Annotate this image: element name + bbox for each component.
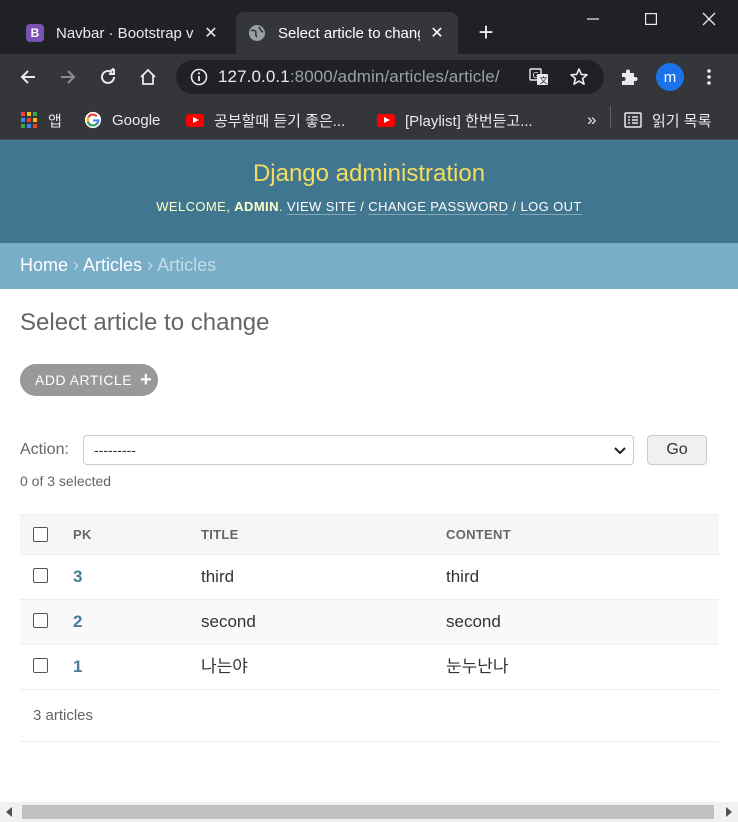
bookmark-label: 공부할때 듣기 좋은...	[214, 112, 346, 130]
bookmark-star-icon[interactable]	[568, 66, 590, 88]
close-tab-icon[interactable]: ✕	[428, 23, 446, 43]
svg-text:G: G	[533, 71, 539, 80]
row-title: third	[201, 567, 235, 586]
row-content: 눈누난나	[446, 657, 509, 676]
username: admin	[234, 199, 279, 214]
go-button[interactable]: Go	[647, 435, 707, 465]
row-content: third	[446, 567, 480, 586]
scroll-left-arrow-icon[interactable]	[6, 807, 12, 817]
page-title: Select article to change	[20, 309, 270, 336]
bookmark-label: [Playlist] 한번듣고...	[405, 112, 533, 130]
column-header-pk[interactable]: PK	[73, 515, 92, 555]
browser-menu-icon[interactable]	[694, 62, 724, 92]
scroll-right-arrow-icon[interactable]	[726, 807, 732, 817]
globe-icon	[248, 24, 266, 42]
breadcrumb-app[interactable]: Articles	[83, 255, 142, 275]
add-article-button[interactable]: Add article +	[20, 364, 158, 396]
reading-list-icon	[624, 111, 642, 129]
log-out-link[interactable]: Log out	[520, 199, 582, 215]
url-text: 127.0.0.1:8000/admin/articles/article/	[218, 67, 500, 86]
google-logo-icon	[84, 111, 102, 129]
browser-tab-navbar[interactable]: B Navbar · Bootstrap v5 ✕	[14, 12, 232, 54]
profile-avatar[interactable]: m	[656, 63, 684, 91]
bookmark-label: Google	[112, 111, 161, 129]
bookmark-apps[interactable]: 앱	[20, 108, 62, 132]
scrollbar-thumb[interactable]	[22, 805, 714, 819]
minimize-window-button[interactable]	[564, 0, 622, 38]
row-title: 나는야	[201, 657, 248, 676]
bootstrap-favicon-icon: B	[26, 24, 44, 42]
view-site-link[interactable]: View site	[286, 199, 357, 215]
row-pk-link[interactable]: 1	[73, 645, 82, 689]
bookmark-label: 앱	[48, 112, 62, 130]
table-row: 2 second second	[20, 600, 719, 645]
address-bar[interactable]: 127.0.0.1:8000/admin/articles/article/ G…	[176, 60, 604, 94]
tab-title: Select article to change	[278, 24, 420, 42]
youtube-icon	[186, 111, 204, 129]
site-branding[interactable]: Django administration	[0, 140, 738, 188]
bookmark-google[interactable]: Google	[84, 108, 160, 132]
close-window-button[interactable]	[680, 0, 738, 38]
row-checkbox[interactable]	[33, 568, 48, 583]
bookmark-label: 읽기 목록	[652, 112, 712, 130]
bookmark-youtube-2[interactable]: [Playlist] 한번듣고...	[377, 108, 533, 132]
chevron-down-icon	[613, 443, 627, 460]
bookmarks-divider	[610, 106, 611, 128]
user-tools: Welcome, admin. View site / Change passw…	[156, 199, 582, 215]
row-title: second	[201, 612, 256, 631]
result-list-table: PK TITLE CONTENT 3 third third 2 second …	[20, 514, 719, 742]
row-checkbox[interactable]	[33, 658, 48, 673]
select-all-checkbox[interactable]	[33, 527, 48, 542]
maximize-window-button[interactable]	[622, 0, 680, 38]
extensions-puzzle-icon[interactable]	[614, 62, 644, 92]
row-pk-link[interactable]: 2	[73, 600, 82, 644]
svg-text:文: 文	[540, 75, 548, 85]
row-checkbox[interactable]	[33, 613, 48, 628]
result-count: 3 articles	[20, 690, 719, 742]
action-select[interactable]: ---------	[83, 435, 634, 465]
browser-toolbar: 127.0.0.1:8000/admin/articles/article/ G…	[0, 54, 738, 100]
breadcrumb-current: Articles	[157, 255, 217, 275]
change-password-link[interactable]: Change password	[368, 199, 509, 215]
row-content: second	[446, 612, 501, 631]
breadcrumb-home[interactable]: Home	[20, 255, 68, 275]
close-tab-icon[interactable]: ✕	[202, 23, 220, 43]
admin-header: Django administration Welcome, admin. Vi…	[0, 140, 738, 243]
bookmarks-overflow-button[interactable]: »	[587, 108, 596, 132]
reading-list-button[interactable]: 읽기 목록	[624, 108, 711, 132]
site-info-icon[interactable]	[188, 66, 210, 88]
back-button[interactable]	[13, 62, 43, 92]
plus-icon: +	[140, 369, 153, 391]
column-header-title[interactable]: TITLE	[201, 515, 239, 555]
column-header-content[interactable]: CONTENT	[446, 515, 511, 555]
apps-grid-icon	[20, 111, 38, 129]
breadcrumb: Home › Articles › Articles	[0, 243, 738, 289]
home-button[interactable]	[133, 62, 163, 92]
browser-tab-active[interactable]: Select article to change ✕	[236, 12, 458, 54]
forward-button[interactable]	[53, 62, 83, 92]
action-label: Action:	[20, 441, 69, 458]
tab-strip: B Navbar · Bootstrap v5 ✕ Select article…	[0, 0, 738, 54]
bookmark-youtube-1[interactable]: 공부할때 듣기 좋은...	[186, 108, 345, 132]
row-pk-link[interactable]: 3	[73, 555, 82, 599]
table-row: 1 나는야 눈누난나	[20, 645, 719, 690]
welcome-text: Welcome,	[156, 199, 231, 214]
tab-title: Navbar · Bootstrap v5	[56, 24, 194, 42]
youtube-icon	[377, 111, 395, 129]
horizontal-scrollbar[interactable]	[0, 802, 738, 822]
selected-count: 0 of 3 selected	[20, 473, 112, 489]
reload-button[interactable]	[93, 62, 123, 92]
new-tab-button[interactable]: +	[474, 18, 498, 46]
table-row: 3 third third	[20, 555, 719, 600]
translate-icon[interactable]: G文	[528, 66, 550, 88]
table-header: PK TITLE CONTENT	[20, 514, 719, 555]
bookmarks-bar: 앱 Google 공부할때 듣기 좋은... [Playlist] 한번듣고..…	[0, 100, 738, 140]
